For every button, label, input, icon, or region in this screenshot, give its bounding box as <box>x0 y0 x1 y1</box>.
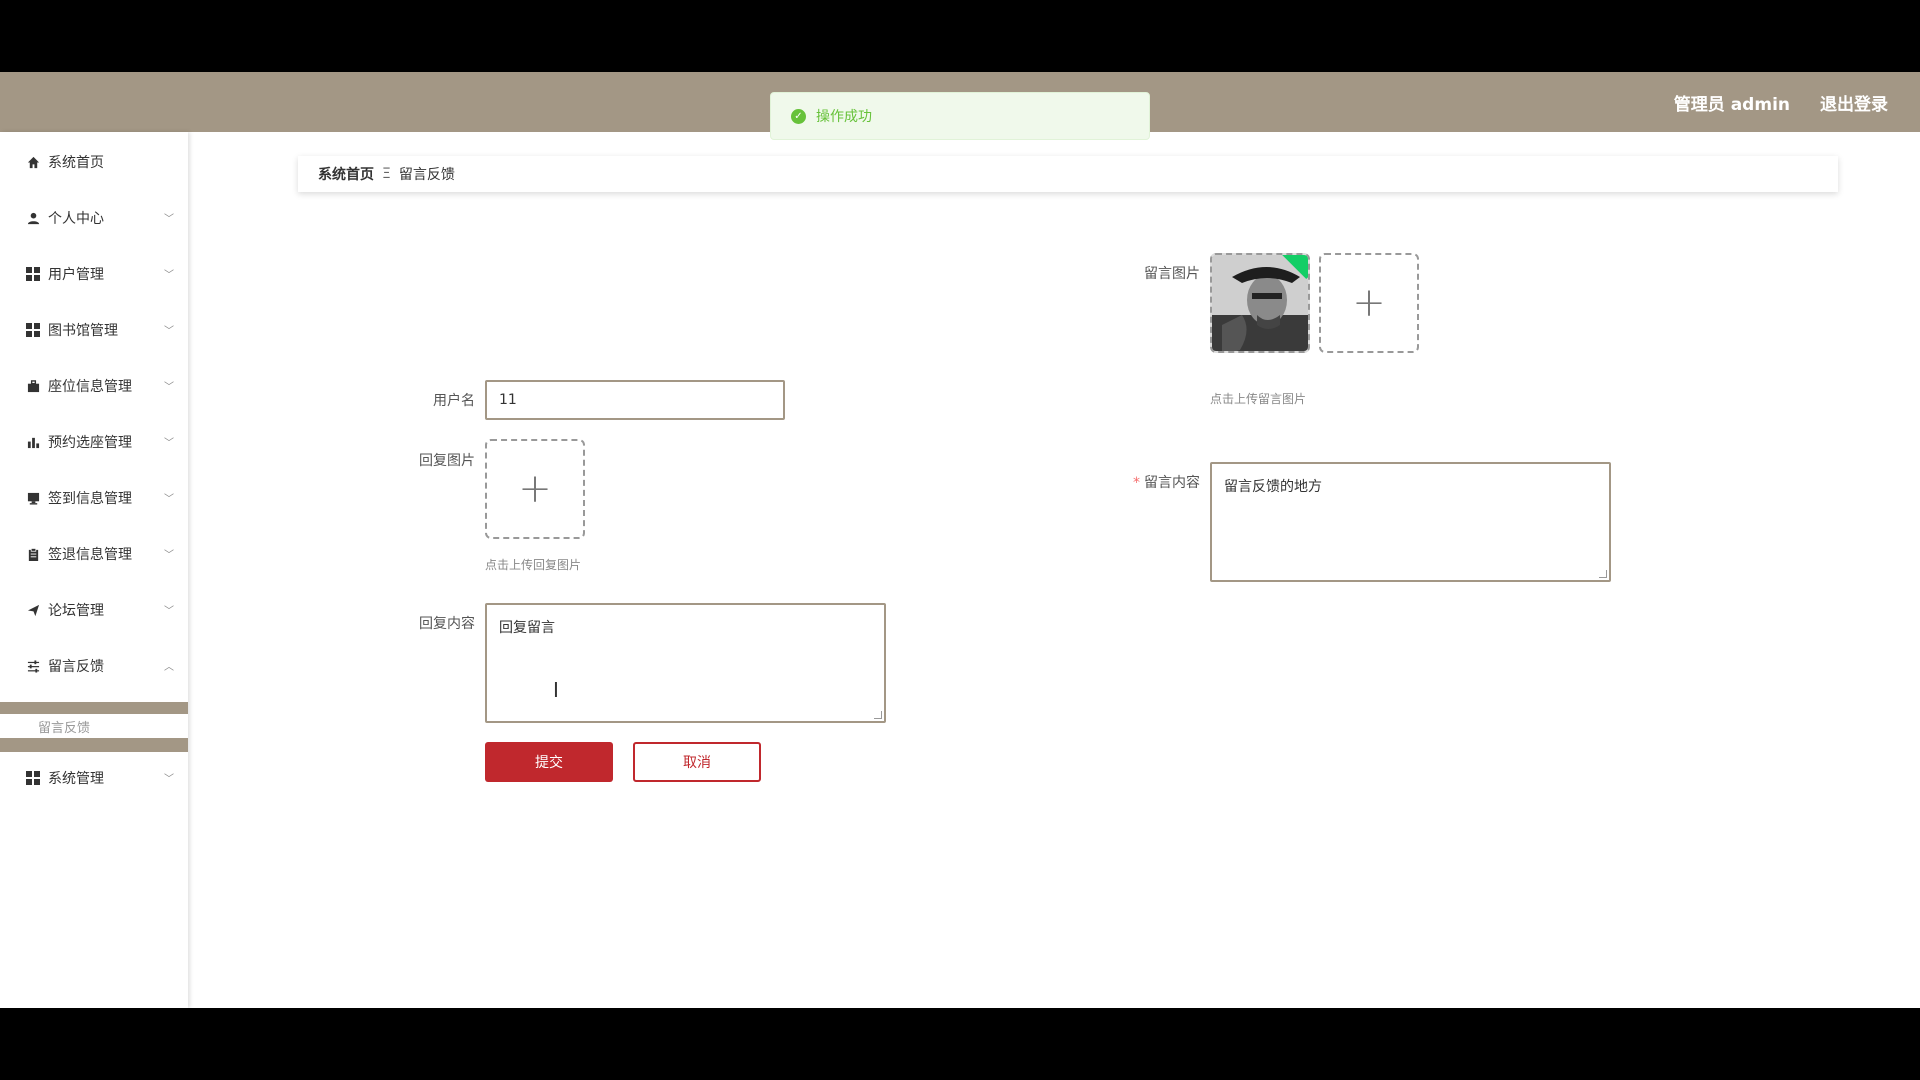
sliders-icon <box>26 659 40 673</box>
sidebar-item-label: 图书馆管理 <box>48 323 118 339</box>
grid-icon <box>26 323 40 337</box>
sidebar-item-label: 签退信息管理 <box>48 547 132 563</box>
reply-image-label: 回复图片 <box>419 453 475 469</box>
message-content-textarea[interactable]: 留言反馈的地方 <box>1210 462 1611 582</box>
sidebar: 系统首页 个人中心 ﹀ 用户管理 ﹀ 图书馆管理 ﹀ 座位信息管理 ﹀ 预约选座… <box>0 132 188 1008</box>
message-image-hint: 点击上传留言图片 <box>1210 392 1307 406</box>
message-content-label: * 留言内容 <box>1110 472 1200 492</box>
briefcase-icon <box>26 379 40 393</box>
sidebar-item-label: 系统首页 <box>48 155 104 171</box>
logout-link[interactable]: 退出登录 <box>1820 90 1888 115</box>
message-image-label: 留言图片 <box>1144 266 1200 282</box>
app-screen: 管理员 admin 退出登录 ✓ 操作成功 系统首页 个人中心 ﹀ 用户管理 ﹀ <box>0 72 1920 1008</box>
sidebar-item-label: 论坛管理 <box>48 603 104 619</box>
grid-icon <box>26 771 40 785</box>
sidebar-item-home[interactable]: 系统首页 <box>0 142 188 182</box>
sidebar-item-reservation[interactable]: 预约选座管理 ﹀ <box>0 422 188 462</box>
resize-handle-icon[interactable] <box>1599 570 1607 578</box>
home-icon <box>26 155 40 169</box>
message-content-label-text: 留言内容 <box>1144 475 1200 491</box>
breadcrumb-separator: Ξ <box>382 166 391 182</box>
chevron-down-icon: ﹀ <box>164 438 174 449</box>
sidebar-item-label: 个人中心 <box>48 211 104 227</box>
sidebar-item-label: 签到信息管理 <box>48 491 132 507</box>
clipboard-icon <box>26 547 40 561</box>
submenu-item-feedback[interactable]: 留言反馈 <box>0 714 188 738</box>
reply-image-upload[interactable]: + <box>485 439 585 539</box>
reply-content-value: 回复留言 <box>499 620 555 636</box>
grid-icon <box>26 267 40 281</box>
reply-content-label: 回复内容 <box>419 616 475 632</box>
chevron-down-icon: ﹀ <box>164 774 174 785</box>
success-toast: ✓ 操作成功 <box>770 92 1150 140</box>
monitor-icon <box>26 491 40 505</box>
breadcrumb-home[interactable]: 系统首页 <box>318 164 374 184</box>
sidebar-item-feedback[interactable]: 留言反馈 ︿ <box>0 646 188 686</box>
sidebar-item-users[interactable]: 用户管理 ﹀ <box>0 254 188 294</box>
message-image-upload[interactable]: + <box>1319 253 1419 353</box>
sidebar-item-label: 座位信息管理 <box>48 379 132 395</box>
chevron-up-icon: ︿ <box>164 662 174 673</box>
chevron-down-icon: ﹀ <box>164 382 174 393</box>
sidebar-item-library[interactable]: 图书馆管理 ﹀ <box>0 310 188 350</box>
chevron-down-icon: ﹀ <box>164 606 174 617</box>
message-image-thumbnail[interactable] <box>1210 253 1310 353</box>
sidebar-item-label: 预约选座管理 <box>48 435 132 451</box>
plus-icon: + <box>1352 280 1386 326</box>
breadcrumb: 系统首页 Ξ 留言反馈 <box>298 156 1838 192</box>
chevron-down-icon: ﹀ <box>164 214 174 225</box>
sidebar-item-forum[interactable]: 论坛管理 ﹀ <box>0 590 188 630</box>
username-label: 用户名 <box>433 393 475 409</box>
message-content-value: 留言反馈的地方 <box>1224 479 1322 495</box>
username-value: 11 <box>499 392 517 408</box>
text-cursor-icon: I <box>553 678 559 702</box>
header-actions: 管理员 admin 退出登录 <box>1674 72 1888 132</box>
submit-button[interactable]: 提交 <box>485 742 613 782</box>
chevron-down-icon: ﹀ <box>164 270 174 281</box>
sidebar-item-label: 用户管理 <box>48 267 104 283</box>
admin-label: 管理员 admin <box>1673 94 1790 115</box>
reply-content-textarea[interactable]: 回复留言 <box>485 603 886 723</box>
toast-message: 操作成功 <box>816 109 872 125</box>
resize-handle-icon[interactable] <box>874 711 882 719</box>
sidebar-item-seats[interactable]: 座位信息管理 ﹀ <box>0 366 188 406</box>
sidebar-item-checkout[interactable]: 签退信息管理 ﹀ <box>0 534 188 574</box>
sidebar-item-system[interactable]: 系统管理 ﹀ <box>0 758 188 798</box>
reply-image-hint: 点击上传回复图片 <box>485 558 582 572</box>
sidebar-item-label: 系统管理 <box>48 771 104 787</box>
send-icon <box>26 603 40 617</box>
check-circle-icon: ✓ <box>791 108 806 124</box>
breadcrumb-current: 留言反馈 <box>398 167 455 183</box>
chevron-down-icon: ﹀ <box>164 550 174 561</box>
portrait-image-icon <box>1212 255 1308 351</box>
chevron-down-icon: ﹀ <box>164 494 174 505</box>
plus-icon: + <box>518 466 552 512</box>
user-icon <box>26 211 40 225</box>
username-input[interactable]: 11 <box>485 380 785 420</box>
sidebar-item-profile[interactable]: 个人中心 ﹀ <box>0 198 188 238</box>
required-asterisk: * <box>1133 475 1140 491</box>
sidebar-item-checkin[interactable]: 签到信息管理 ﹀ <box>0 478 188 518</box>
cancel-button[interactable]: 取消 <box>633 742 761 782</box>
sidebar-item-label: 留言反馈 <box>48 659 104 675</box>
chevron-down-icon: ﹀ <box>164 326 174 337</box>
bar-chart-icon <box>26 435 40 449</box>
